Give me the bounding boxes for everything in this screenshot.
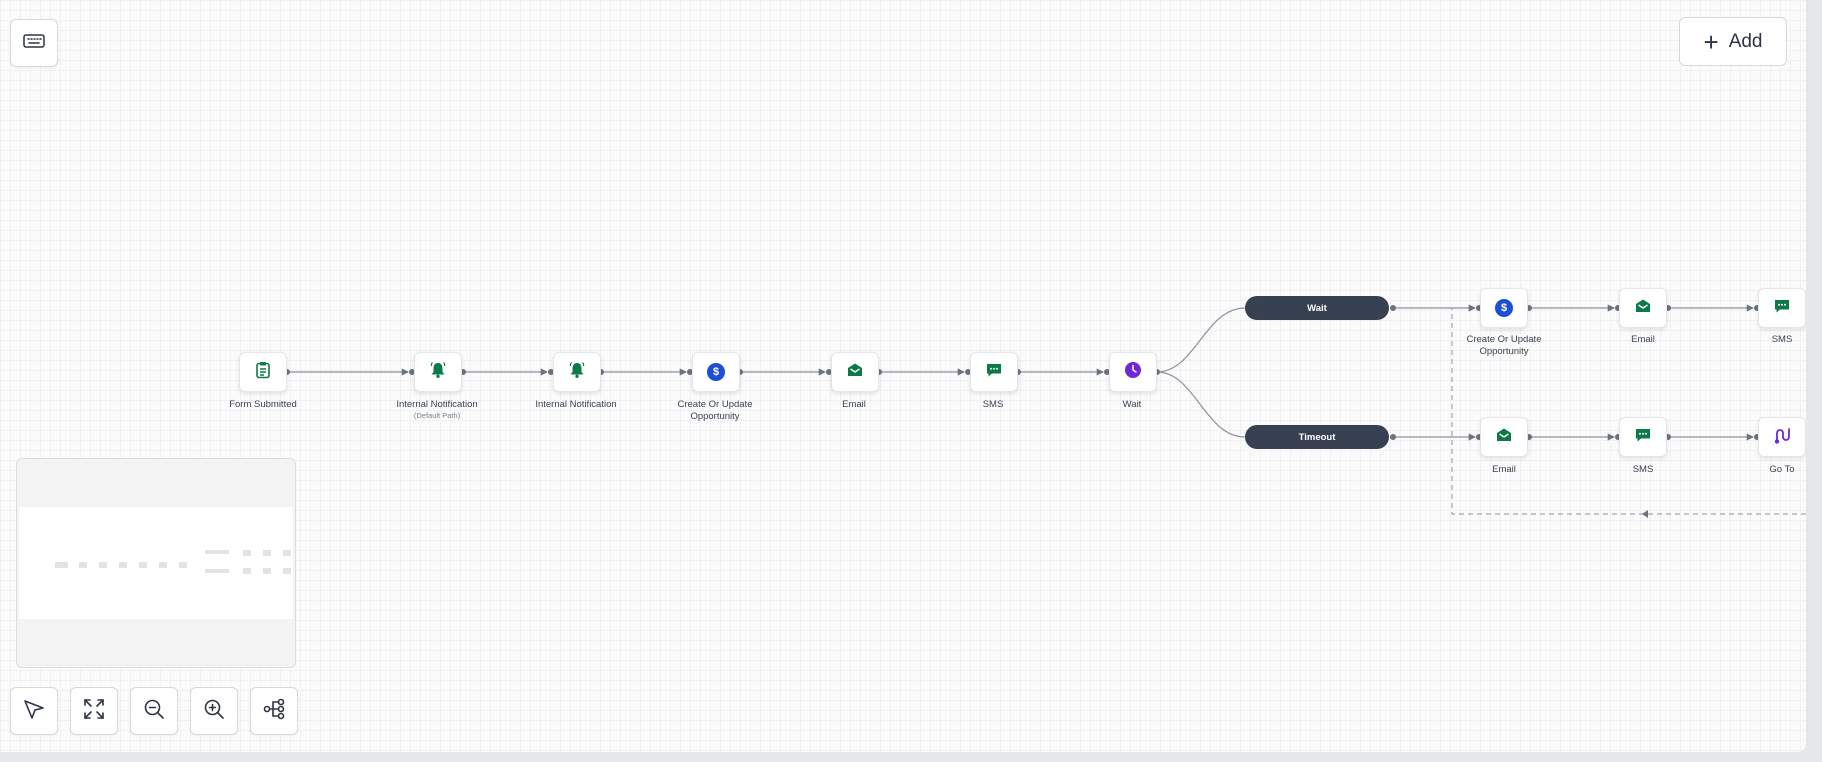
node-label: SMS xyxy=(1771,334,1793,345)
workflow-node-sms[interactable] xyxy=(1758,288,1806,328)
select-tool-button[interactable] xyxy=(10,687,58,735)
node-label: SMS xyxy=(1632,464,1654,475)
minimap-node xyxy=(283,550,291,556)
envelope-icon xyxy=(846,361,864,384)
envelope-icon xyxy=(1495,426,1513,449)
minimap-node xyxy=(205,550,229,554)
workflow-node-internal-notification[interactable] xyxy=(553,352,601,392)
node-label: Create Or Update Opportunity xyxy=(1466,334,1542,357)
chat-icon xyxy=(985,361,1003,384)
workflow-node-wait[interactable] xyxy=(1109,352,1157,392)
goto-icon xyxy=(1773,426,1791,449)
goto-loop-arrow xyxy=(1642,510,1648,518)
node-label: Wait xyxy=(1122,399,1142,410)
minimap-node xyxy=(243,550,251,556)
minimap-node xyxy=(179,562,187,568)
node-label: Go To xyxy=(1769,464,1795,475)
workflow-node-goto[interactable] xyxy=(1758,417,1806,457)
chat-icon xyxy=(1773,297,1791,320)
minimap[interactable] xyxy=(16,458,296,668)
workflow-node-internal-notification[interactable] xyxy=(414,352,462,392)
minimap-node xyxy=(263,568,271,574)
tree-layout-icon xyxy=(262,697,286,726)
expand-icon xyxy=(82,697,106,726)
node-label: Email xyxy=(842,399,866,410)
minimap-node xyxy=(283,568,291,574)
minimap-node xyxy=(55,562,68,568)
workflow-canvas[interactable]: + Add Form Submitted Internal Notificati… xyxy=(0,0,1806,752)
workflow-node-form-submitted[interactable] xyxy=(239,352,287,392)
minimap-node xyxy=(243,568,251,574)
fit-view-button[interactable] xyxy=(70,687,118,735)
workflow-node-create-update-opportunity[interactable]: $ xyxy=(692,352,740,392)
workflow-node-sms[interactable] xyxy=(1619,417,1667,457)
workflow-node-sms[interactable] xyxy=(970,352,1018,392)
zoom-in-button[interactable] xyxy=(190,687,238,735)
workflow-node-email[interactable] xyxy=(831,352,879,392)
node-sublabel: (Default Path) xyxy=(413,411,461,420)
edge-wait-branch xyxy=(1156,307,1246,373)
workflow-node-email[interactable] xyxy=(1480,417,1528,457)
bell-icon xyxy=(568,361,586,384)
node-label: Email xyxy=(1631,334,1655,345)
envelope-icon xyxy=(1634,297,1652,320)
workflow-node-email[interactable] xyxy=(1619,288,1667,328)
chat-icon xyxy=(1634,426,1652,449)
node-label-text: Internal Notification xyxy=(396,399,478,410)
zoom-out-button[interactable] xyxy=(130,687,178,735)
dollar-icon: $ xyxy=(1495,299,1513,317)
node-label: Form Submitted xyxy=(229,399,297,410)
dollar-icon: $ xyxy=(707,363,725,381)
node-label: Email xyxy=(1492,464,1516,475)
zoom-in-icon xyxy=(202,697,226,726)
bell-icon xyxy=(429,361,447,384)
minimap-node xyxy=(99,562,107,568)
node-label: SMS xyxy=(982,399,1004,410)
node-label: Internal Notification xyxy=(535,399,617,410)
minimap-node xyxy=(139,562,147,568)
clipboard-icon xyxy=(255,361,271,384)
auto-layout-button[interactable] xyxy=(250,687,298,735)
zoom-out-icon xyxy=(142,697,166,726)
branch-pill-timeout[interactable]: Timeout xyxy=(1245,425,1389,449)
cursor-pointer-icon xyxy=(22,697,46,726)
minimap-node xyxy=(79,562,87,568)
node-label: Internal Notification (Default Path) xyxy=(377,399,497,421)
clock-icon xyxy=(1124,361,1142,384)
node-label: Create Or Update Opportunity xyxy=(677,399,753,422)
minimap-node xyxy=(119,562,127,568)
minimap-node xyxy=(263,550,271,556)
minimap-node xyxy=(159,562,167,568)
minimap-node xyxy=(205,569,229,573)
workflow-node-create-update-opportunity[interactable]: $ xyxy=(1480,288,1528,328)
branch-pill-wait[interactable]: Wait xyxy=(1245,296,1389,320)
